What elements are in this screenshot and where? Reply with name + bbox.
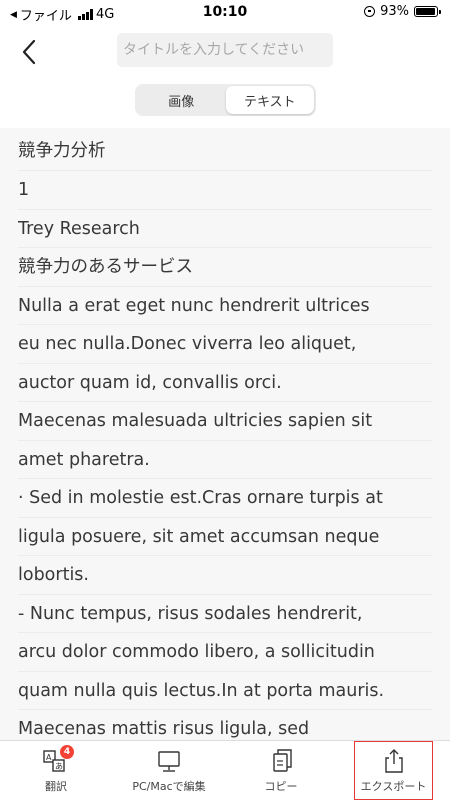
text-line[interactable]: Maecenas malesuada ultricies sapien sit: [18, 402, 432, 441]
text-line[interactable]: eu nec nulla.Donec viverra leo aliquet,: [18, 325, 432, 364]
translate-button[interactable]: A あ 4 翻訳: [16, 741, 96, 800]
recognized-text-area[interactable]: 競争力分析 1 Trey Research 競争力のあるサービス Nulla a…: [0, 128, 450, 740]
svg-text:A: A: [46, 753, 52, 762]
translate-label: 翻訳: [45, 780, 67, 793]
text-line[interactable]: Maecenas mattis risus ligula, sed: [18, 710, 432, 740]
tab-text[interactable]: テキスト: [225, 86, 314, 114]
mode-segmented-control: 画像 テキスト: [135, 84, 316, 116]
copy-icon: [266, 747, 296, 775]
text-line[interactable]: 競争力のあるサービス: [18, 248, 432, 287]
battery-percent: 93%: [380, 4, 409, 19]
text-line[interactable]: 競争力分析: [18, 128, 432, 171]
bottom-toolbar: A あ 4 翻訳 PC/Macで編集 コピー エクスポート: [0, 740, 450, 800]
status-bar: ◀ ファイル 4G 10:10 93%: [0, 0, 450, 26]
copy-label: コピー: [264, 780, 298, 793]
back-button[interactable]: [18, 36, 44, 68]
text-line[interactable]: arcu dolor commodo libero, a sollicitudi…: [18, 633, 432, 672]
edit-on-pc-button[interactable]: PC/Macで編集: [118, 741, 220, 800]
back-chevron-icon: [22, 39, 36, 65]
text-line[interactable]: Nulla a erat eget nunc hendrerit ultrice…: [18, 287, 432, 325]
translate-icon: A あ 4: [41, 745, 74, 775]
export-button[interactable]: エクスポート: [354, 741, 433, 800]
status-right: 93%: [364, 4, 441, 19]
battery-fill: [416, 8, 435, 15]
edit-on-pc-label: PC/Macで編集: [132, 780, 206, 793]
svg-text:あ: あ: [55, 762, 63, 771]
tab-image[interactable]: 画像: [137, 86, 226, 114]
text-line[interactable]: ligula posuere, sit amet accumsan neque: [18, 518, 432, 556]
text-line[interactable]: auctor quam id, convallis orci.: [18, 364, 432, 402]
text-line[interactable]: Trey Research: [18, 210, 432, 248]
text-line[interactable]: lobortis.: [18, 556, 432, 595]
battery-icon: [414, 6, 441, 17]
text-line[interactable]: - Nunc tempus, risus sodales hendrerit,: [18, 595, 432, 633]
rotation-lock-icon: [364, 6, 376, 17]
text-line[interactable]: quam nulla quis lectus.In at porta mauri…: [18, 672, 432, 710]
export-label: エクスポート: [360, 780, 427, 793]
share-export-icon: [379, 747, 409, 775]
translate-badge: 4: [60, 745, 74, 759]
monitor-icon: [154, 747, 184, 775]
copy-button[interactable]: コピー: [244, 741, 318, 800]
text-line[interactable]: amet pharetra.: [18, 441, 432, 479]
text-line[interactable]: · Sed in molestie est.Cras ornare turpis…: [18, 479, 432, 518]
text-line[interactable]: 1: [18, 171, 432, 210]
title-input[interactable]: [117, 33, 333, 67]
